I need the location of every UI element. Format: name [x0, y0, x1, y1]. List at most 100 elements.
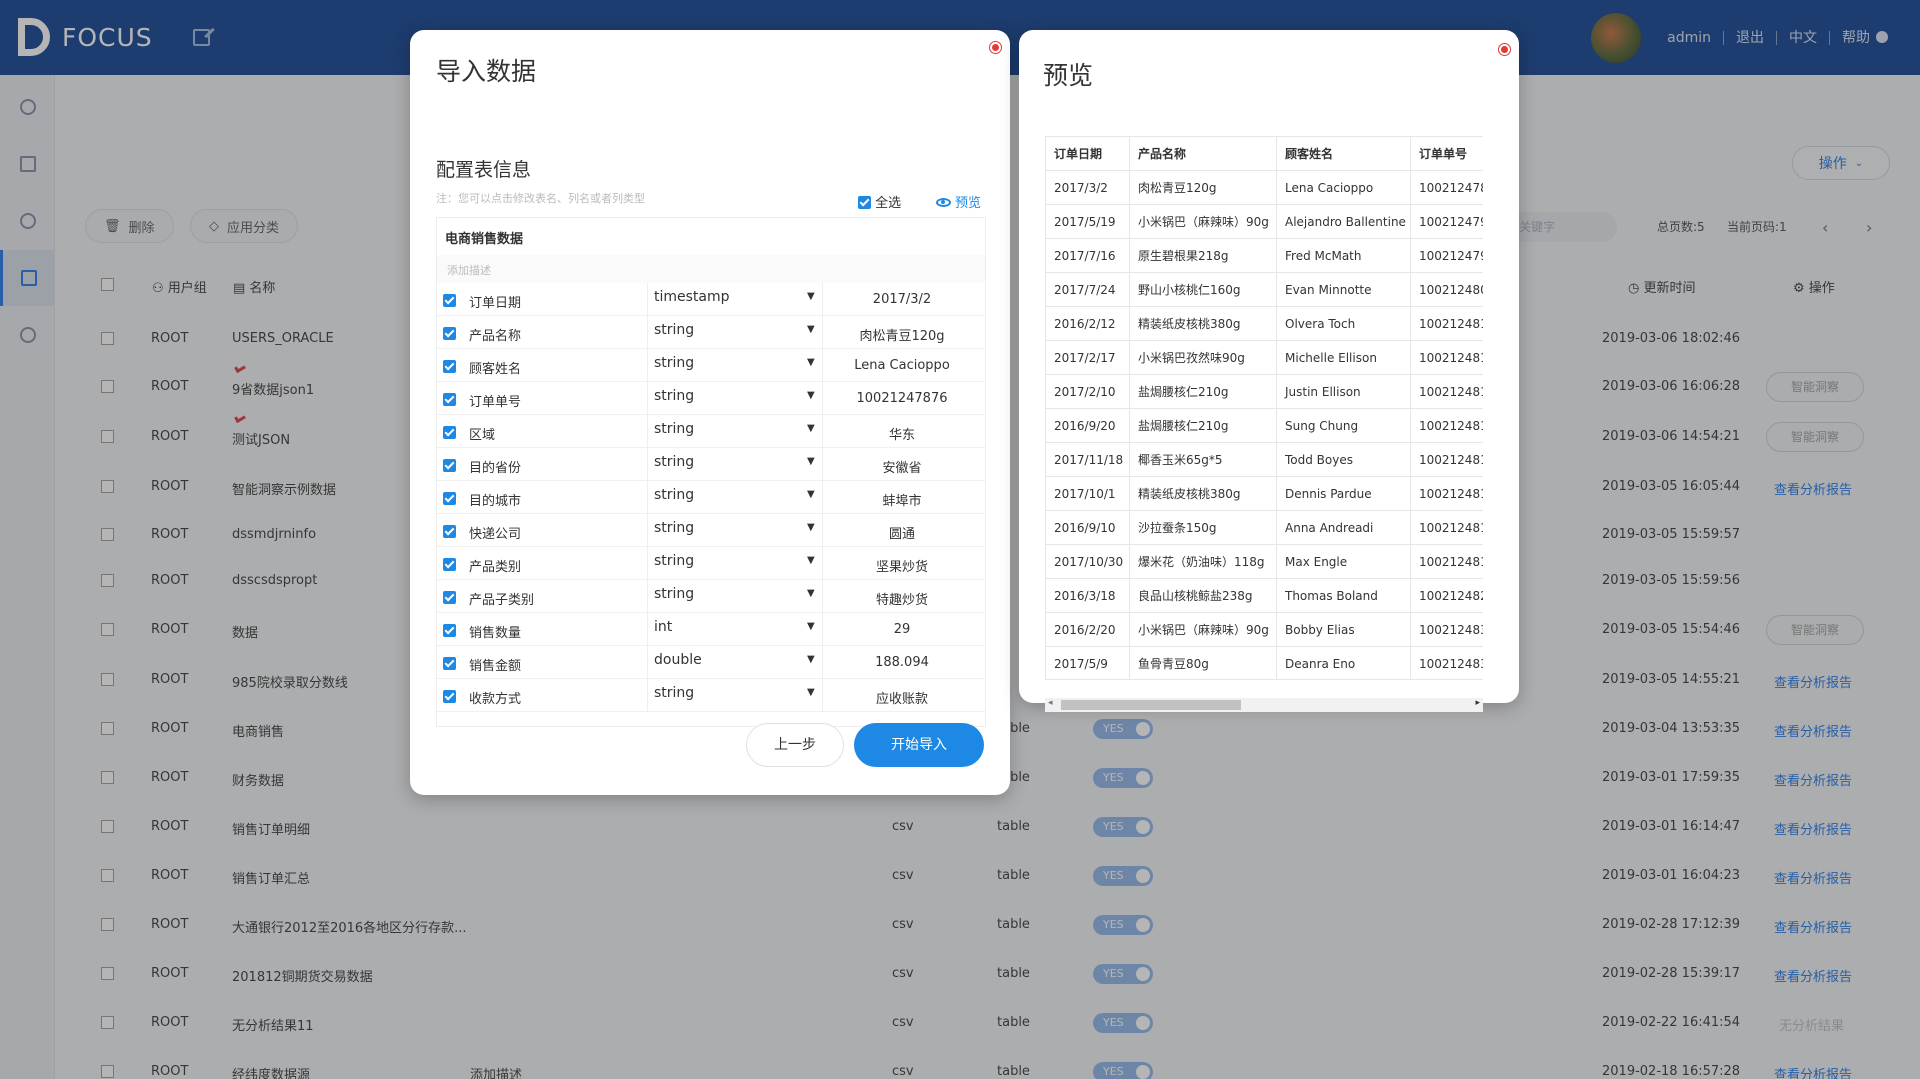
field-type-select[interactable]: string: [654, 322, 694, 338]
field-type-select[interactable]: double: [654, 652, 702, 668]
field-checkbox[interactable]: [443, 294, 456, 307]
preview-cell: 爆米花（奶油味）118g: [1130, 545, 1277, 579]
field-checkbox[interactable]: [443, 558, 456, 571]
field-sample: 华东: [888, 428, 915, 443]
field-row: 区域 string ▼ 华东: [437, 415, 985, 448]
field-name[interactable]: 区域: [469, 424, 495, 443]
close-icon[interactable]: [990, 42, 1001, 53]
field-name[interactable]: 订单日期: [469, 292, 521, 311]
preview-cell: Anna Andreadi: [1277, 511, 1411, 545]
field-checkbox[interactable]: [443, 657, 456, 670]
field-type-select[interactable]: string: [654, 355, 694, 371]
dropdown-arrow-icon[interactable]: ▼: [807, 555, 815, 566]
preview-link[interactable]: 预览: [936, 192, 981, 211]
field-checkbox[interactable]: [443, 360, 456, 373]
field-name[interactable]: 快递公司: [469, 523, 521, 542]
config-box: 电商销售数据 添加描述 订单日期 timestamp ▼ 2017/3/2 产品名称 st…: [436, 217, 986, 727]
field-type-select[interactable]: timestamp: [654, 289, 730, 305]
dropdown-arrow-icon[interactable]: ▼: [807, 588, 815, 599]
close-icon[interactable]: [1499, 44, 1510, 55]
preview-row: 2016/3/18 良品山核桃鲸盐238g Thomas Boland 1002124…: [1046, 579, 1483, 613]
preview-title: 预览: [1043, 61, 1094, 90]
field-name[interactable]: 销售金额: [469, 655, 521, 674]
preview-cell: 10021247974: [1411, 239, 1483, 273]
preview-cell: Lena Cacioppo: [1277, 171, 1411, 205]
preview-cell: Deanra Eno: [1277, 647, 1411, 679]
config-subtitle: 配置表信息: [436, 159, 532, 181]
preview-cell: 10021248173: [1411, 545, 1483, 579]
preview-cell: 10021248158: [1411, 477, 1483, 511]
field-name[interactable]: 订单单号: [469, 391, 521, 410]
preview-cell: 10021248134: [1411, 341, 1483, 375]
dropdown-arrow-icon[interactable]: ▼: [807, 621, 815, 632]
field-checkbox[interactable]: [443, 492, 456, 505]
table-name[interactable]: 电商销售数据: [445, 228, 523, 247]
dropdown-arrow-icon[interactable]: ▼: [807, 687, 815, 698]
preview-cell: 10021248219: [1411, 579, 1483, 613]
field-type-select[interactable]: int: [654, 619, 672, 635]
dropdown-arrow-icon[interactable]: ▼: [807, 324, 815, 335]
preview-cell: Max Engle: [1277, 545, 1411, 579]
field-type-select[interactable]: string: [654, 421, 694, 437]
field-checkbox[interactable]: [443, 393, 456, 406]
preview-cell: 10021248150: [1411, 409, 1483, 443]
preview-cell: 2017/10/1: [1046, 477, 1130, 511]
preview-cell: 小米锅巴孜然味90g: [1130, 341, 1277, 375]
field-checkbox[interactable]: [443, 624, 456, 637]
dropdown-arrow-icon[interactable]: ▼: [807, 522, 815, 533]
select-all-toggle[interactable]: 全选: [858, 192, 901, 211]
dropdown-arrow-icon[interactable]: ▼: [807, 357, 815, 368]
dropdown-arrow-icon[interactable]: ▼: [807, 291, 815, 302]
field-checkbox[interactable]: [443, 591, 456, 604]
field-type-select[interactable]: string: [654, 520, 694, 536]
dropdown-arrow-icon[interactable]: ▼: [807, 654, 815, 665]
field-checkbox[interactable]: [443, 525, 456, 538]
field-row: 目的省份 string ▼ 安徽省: [437, 448, 985, 481]
field-type-select[interactable]: string: [654, 454, 694, 470]
preview-cell: 10021248304: [1411, 613, 1483, 647]
preview-cell: 2016/9/10: [1046, 511, 1130, 545]
field-type-select[interactable]: string: [654, 388, 694, 404]
field-checkbox[interactable]: [443, 327, 456, 340]
field-checkbox[interactable]: [443, 459, 456, 472]
field-name[interactable]: 目的城市: [469, 490, 521, 509]
dropdown-arrow-icon[interactable]: ▼: [807, 423, 815, 434]
dropdown-arrow-icon[interactable]: ▼: [807, 390, 815, 401]
preview-row: 2017/5/9鱼骨青豆80gDeanra Eno10021248313: [1046, 647, 1483, 679]
field-row: 产品名称 string ▼ 肉松青豆120g: [437, 316, 985, 349]
prev-step-button[interactable]: 上一步: [746, 723, 844, 767]
field-name[interactable]: 产品子类别: [469, 589, 534, 608]
scroll-left-icon[interactable]: ◂: [1048, 698, 1053, 708]
dropdown-arrow-icon[interactable]: ▼: [807, 456, 815, 467]
preview-cell: Bobby Elias: [1277, 613, 1411, 647]
field-type-select[interactable]: string: [654, 553, 694, 569]
horizontal-scrollbar[interactable]: ◂ ▸: [1045, 698, 1483, 712]
field-type-select[interactable]: string: [654, 487, 694, 503]
preview-cell: 2016/2/12: [1046, 307, 1130, 341]
preview-cell: 2017/11/18: [1046, 443, 1130, 477]
preview-row: 2017/10/1 精装纸皮核桃380g Dennis Pardue 10021248…: [1046, 477, 1483, 511]
field-sample: 肉松青豆120g: [859, 329, 945, 344]
start-import-button[interactable]: 开始导入: [854, 723, 984, 767]
field-type-select[interactable]: string: [654, 586, 694, 602]
field-checkbox[interactable]: [443, 690, 456, 703]
field-name[interactable]: 顾客姓名: [469, 358, 521, 377]
dropdown-arrow-icon[interactable]: ▼: [807, 489, 815, 500]
field-name[interactable]: 收款方式: [469, 688, 521, 707]
scroll-right-icon[interactable]: ▸: [1475, 698, 1480, 708]
preview-cell: 10021247876: [1411, 171, 1483, 205]
field-name[interactable]: 产品名称: [469, 325, 521, 344]
field-name[interactable]: 销售数量: [469, 622, 521, 641]
field-name[interactable]: 目的省份: [469, 457, 521, 476]
field-sample: 2017/3/2: [872, 292, 932, 307]
preview-cell: 10021248161: [1411, 511, 1483, 545]
description-input[interactable]: 添加描述: [437, 255, 985, 283]
scrollbar-thumb[interactable]: [1061, 700, 1241, 710]
preview-cell: 2017/10/30: [1046, 545, 1130, 579]
preview-cell: 2017/3/2: [1046, 171, 1130, 205]
field-checkbox[interactable]: [443, 426, 456, 439]
preview-row: 2016/9/20盐焗腰核仁210gSung Chung10021248150: [1046, 409, 1483, 443]
field-name[interactable]: 产品类别: [469, 556, 521, 575]
field-type-select[interactable]: string: [654, 685, 694, 701]
preview-cell: 2017/7/24: [1046, 273, 1130, 307]
